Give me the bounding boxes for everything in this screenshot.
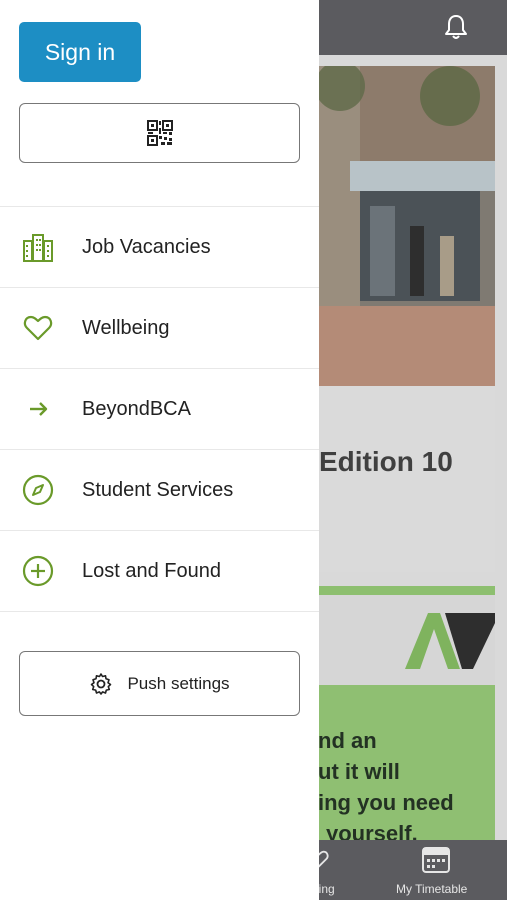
side-drawer: Sign in Job Vacancies Wellbeing BeyondBC… xyxy=(0,0,319,900)
menu-item-label: Student Services xyxy=(82,478,234,501)
buildings-icon xyxy=(23,234,53,262)
promo-line: nd an xyxy=(318,728,377,753)
menu-item-label: Lost and Found xyxy=(82,559,221,582)
menu-item-wellbeing[interactable]: Wellbeing xyxy=(0,287,319,368)
menu-item-job-vacancies[interactable]: Job Vacancies xyxy=(0,206,319,287)
news-photo[interactable] xyxy=(300,66,495,386)
push-settings-button[interactable]: Push settings xyxy=(19,651,300,716)
calendar-icon xyxy=(422,847,450,873)
menu-item-label: Job Vacancies xyxy=(82,235,211,258)
menu-item-beyondbca[interactable]: BeyondBCA xyxy=(0,368,319,449)
sign-in-button[interactable]: Sign in xyxy=(19,22,141,82)
qr-code-icon xyxy=(146,120,173,146)
plus-circle-icon xyxy=(22,555,54,587)
drawer-menu: Job Vacancies Wellbeing BeyondBCA Studen… xyxy=(0,206,319,612)
bell-icon[interactable] xyxy=(441,12,471,42)
push-settings-label: Push settings xyxy=(127,673,230,693)
promo-logo-area xyxy=(300,595,495,685)
promo-stripe xyxy=(300,586,495,595)
qr-code-button[interactable] xyxy=(19,103,300,163)
promo-line: ut it will xyxy=(318,759,400,784)
menu-item-lost-and-found[interactable]: Lost and Found xyxy=(0,530,319,612)
promo-text: nd an ut it will ing you need yourself. xyxy=(318,725,454,849)
logo-icon xyxy=(405,613,495,669)
compass-icon xyxy=(22,474,54,506)
menu-item-label: BeyondBCA xyxy=(82,397,191,420)
gear-icon xyxy=(91,672,112,695)
news-card-title: Edition 10 xyxy=(319,446,453,477)
tab-my-timetable[interactable]: My Timetable xyxy=(390,840,490,900)
building-photo xyxy=(300,66,495,386)
promo-line: ing you need xyxy=(318,790,454,815)
arrow-right-icon xyxy=(30,402,48,416)
heart-icon xyxy=(23,315,53,341)
tab-label: My Timetable xyxy=(396,882,468,896)
menu-item-student-services[interactable]: Student Services xyxy=(0,449,319,530)
menu-item-label: Wellbeing xyxy=(82,316,170,339)
news-card[interactable] xyxy=(300,386,495,572)
